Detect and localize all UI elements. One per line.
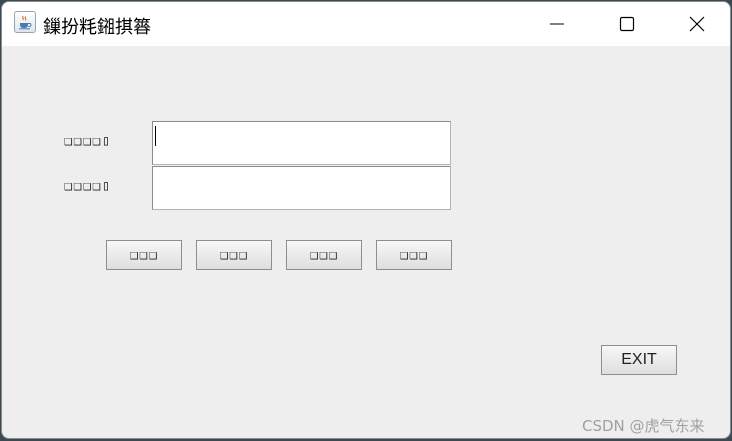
action-button-2[interactable]: ❑❑❑ <box>196 240 272 270</box>
close-button[interactable] <box>662 2 730 46</box>
window-title: 鏁扮粍鎺掑簭 <box>43 17 151 38</box>
close-icon <box>689 16 705 32</box>
maximize-button[interactable] <box>592 2 662 46</box>
app-window: 鏁扮粍鎺掑簭 ❑❑❑❑▯ ❑❑❑❑▯ ❑❑❑ ❑❑❑ ❑❑❑ ❑❑❑ EXIT … <box>1 1 731 439</box>
field1-input[interactable] <box>152 121 451 165</box>
field2-label: ❑❑❑❑▯ <box>64 178 112 194</box>
minimize-icon <box>550 23 564 25</box>
action-button-4[interactable]: ❑❑❑ <box>376 240 452 270</box>
java-coffee-cup-icon[interactable] <box>14 11 36 33</box>
action-button-3[interactable]: ❑❑❑ <box>286 240 362 270</box>
title-bar[interactable]: 鏁扮粍鎺掑簭 <box>2 2 730 46</box>
maximize-icon <box>619 16 635 32</box>
action-button-1[interactable]: ❑❑❑ <box>106 240 182 270</box>
field1-label: ❑❑❑❑▯ <box>64 133 112 149</box>
field2-input[interactable] <box>152 166 451 210</box>
minimize-button[interactable] <box>522 2 592 46</box>
exit-button[interactable]: EXIT <box>601 345 677 375</box>
text-caret <box>155 126 156 146</box>
watermark-text: CSDN @虎气东来 <box>582 417 705 435</box>
